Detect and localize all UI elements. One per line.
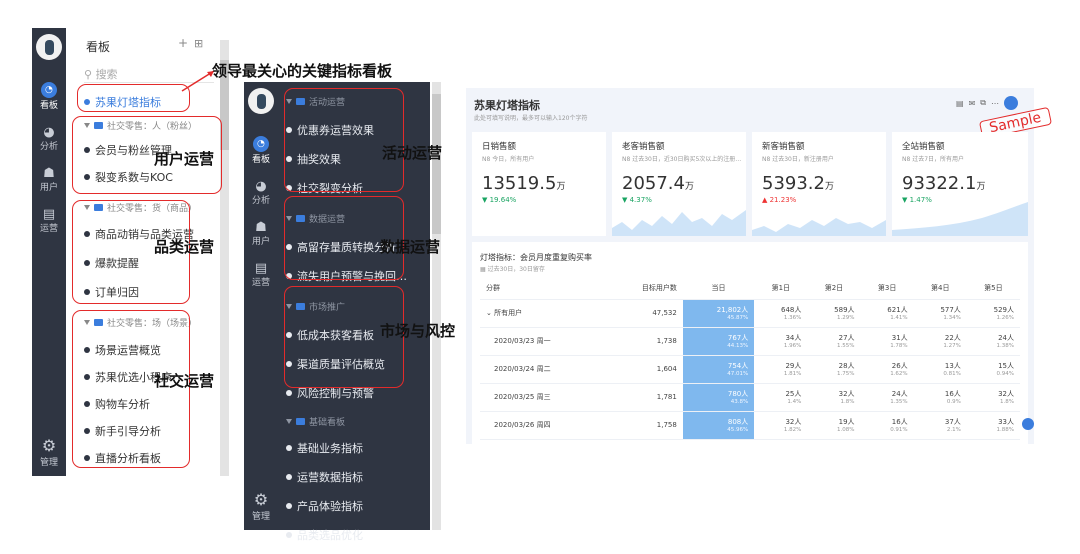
calendar-icon: ▦ <box>480 266 488 273</box>
folder-icon <box>296 417 305 425</box>
board-item[interactable]: 品类选品优化 <box>286 526 430 544</box>
rail-item-dashboard[interactable]: ◔ 看板 <box>40 82 58 111</box>
group-header[interactable]: 基础看板 <box>286 414 430 428</box>
nav-rail-2: ◔ 看板 ◕ 分析 ☗ 用户 ▤ 运营 ⚙ 管理 <box>244 82 278 530</box>
rail-item-admin[interactable]: ⚙ 管理 <box>40 436 58 468</box>
board-item[interactable]: 基础业务指标 <box>286 439 430 457</box>
share-icon[interactable] <box>1003 96 1018 110</box>
kpi-card[interactable]: 全站销售额 N8 过去7日，所有用户 93322.1万 ▼ 1.47% <box>892 132 1028 236</box>
table-row[interactable]: 2020/03/26 周四 1,758 808人 45.96% 32人 1.82% 1… <box>480 411 1020 440</box>
rail-item-ops[interactable]: ▤ 运营 <box>252 260 270 289</box>
table-row[interactable]: 2020/03/23 周一 1,738 767人 44.13% 34人 1.96% 2… <box>480 327 1020 356</box>
dashboard-icon: ◔ <box>40 82 57 98</box>
table-header: 分群 目标用户数 当日 第1日 第2日 第3日 第4日 第5日 <box>480 277 1020 300</box>
retention-table-card: 灯塔指标：会员月度重复购买率 ▦ 过去30日，30日留存 分群 目标用户数 当日第… <box>472 242 1028 444</box>
pie-chart-icon: ◕ <box>43 124 55 140</box>
table-title: 灯塔指标：会员月度重复购买率 <box>480 253 592 262</box>
copy-icon[interactable]: ⧉ <box>980 98 986 108</box>
chevron-down-icon: ⌄ <box>486 309 495 317</box>
gear-icon: ⚙ <box>253 490 269 509</box>
monitor-icon: ▤ <box>42 206 56 222</box>
rail-item-analysis[interactable]: ◕ 分析 <box>252 178 270 207</box>
rail-item-admin[interactable]: ⚙ 管理 <box>252 490 270 522</box>
dashboard-canvas: 苏果灯塔指标 此处可填写说明，最多可以输入120个字符 ▤ ✉ ⧉ ⋯ Samp… <box>466 88 1052 444</box>
grid-icon[interactable]: ⊞ <box>194 37 203 50</box>
nav-rail-1: ◔ 看板 ◕ 分析 ☗ 用户 ▤ 运营 ⚙ 管理 <box>32 28 66 476</box>
table-row[interactable]: ⌄ 所有用户 47,532 21,802人 45.87% 648人 1.36% 589… <box>480 299 1020 328</box>
gear-icon: ⚙ <box>41 436 57 455</box>
table-subtitle: ▦ 过去30日，30日留存 <box>480 266 545 273</box>
panel1-scrollbar[interactable] <box>220 40 229 476</box>
annotation-category-ops: 品类运营 <box>154 238 215 256</box>
retention-table: 分群 目标用户数 当日 第1日 第2日 第3日 第4日 第5日 ⌄ 所有用户 47,532 … <box>480 277 1020 440</box>
more-icon[interactable]: ⋯ <box>991 99 999 108</box>
app-logo[interactable] <box>248 88 274 114</box>
highlight-box <box>284 88 404 192</box>
panel-title: 看板 <box>86 40 111 54</box>
kpi-card[interactable]: 日销售额 N8 今日，所有用户 13519.5万 ▼ 19.64% <box>472 132 606 236</box>
add-board-button[interactable]: + <box>178 36 188 50</box>
rail-item-ops[interactable]: ▤ 运营 <box>40 206 58 235</box>
dashboard-icon: ◔ <box>252 136 269 152</box>
annotation-user-ops: 用户运营 <box>154 150 215 168</box>
annotation-lead: 领导最关心的关键指标看板 <box>212 62 393 80</box>
annotation-market-risk: 市场与风控 <box>380 322 456 340</box>
dashboard-toolbar: ▤ ✉ ⧉ ⋯ <box>956 96 1018 110</box>
search-icon: ⚲ <box>84 68 96 81</box>
highlight-box <box>77 84 190 112</box>
kpi-card[interactable]: 老客销售额 N8 过去30日，近30日购买5次以上的注册… 2057.4万 ▼ 4… <box>612 132 746 236</box>
rail-item-analysis[interactable]: ◕ 分析 <box>40 124 58 153</box>
kpi-sparkline <box>752 218 886 236</box>
kpi-sparkline <box>892 202 1028 236</box>
dashboard-subtitle: 此处可填写说明，最多可以输入120个字符 <box>474 115 588 122</box>
app-logo[interactable] <box>36 34 62 60</box>
kpi-card[interactable]: 新客销售额 N8 过去30日，新注册用户 5393.2万 ▲ 21.23% <box>752 132 886 236</box>
kpi-sparkline <box>612 210 746 236</box>
table-row[interactable]: 2020/03/25 周三 1,781 780人 43.8% 25人 1.4% 32人… <box>480 383 1020 412</box>
annotation-social-ops: 社交运营 <box>154 372 215 390</box>
dashboard-title: 苏果灯塔指标 <box>474 99 540 112</box>
filter-icon[interactable]: ▤ <box>956 99 964 108</box>
annotation-activity-ops: 活动运营 <box>382 144 443 162</box>
rail-item-dashboard[interactable]: ◔ 看板 <box>252 136 270 165</box>
board-item[interactable]: 产品体验指标 <box>286 497 430 515</box>
rail-item-users[interactable]: ☗ 用户 <box>252 219 270 248</box>
rail-item-users[interactable]: ☗ 用户 <box>40 165 58 194</box>
users-icon: ☗ <box>43 165 55 181</box>
pie-chart-icon: ◕ <box>255 178 267 194</box>
board-item[interactable]: 运营数据指标 <box>286 468 430 486</box>
table-row[interactable]: 2020/03/24 周二 1,604 754人 47.01% 29人 1.81% 2… <box>480 355 1020 384</box>
users-icon: ☗ <box>255 219 267 235</box>
annotation-data-ops: 数据运营 <box>380 238 441 256</box>
mail-icon[interactable]: ✉ <box>969 99 976 108</box>
monitor-icon: ▤ <box>254 260 268 276</box>
help-bubble-icon[interactable] <box>1022 418 1034 430</box>
